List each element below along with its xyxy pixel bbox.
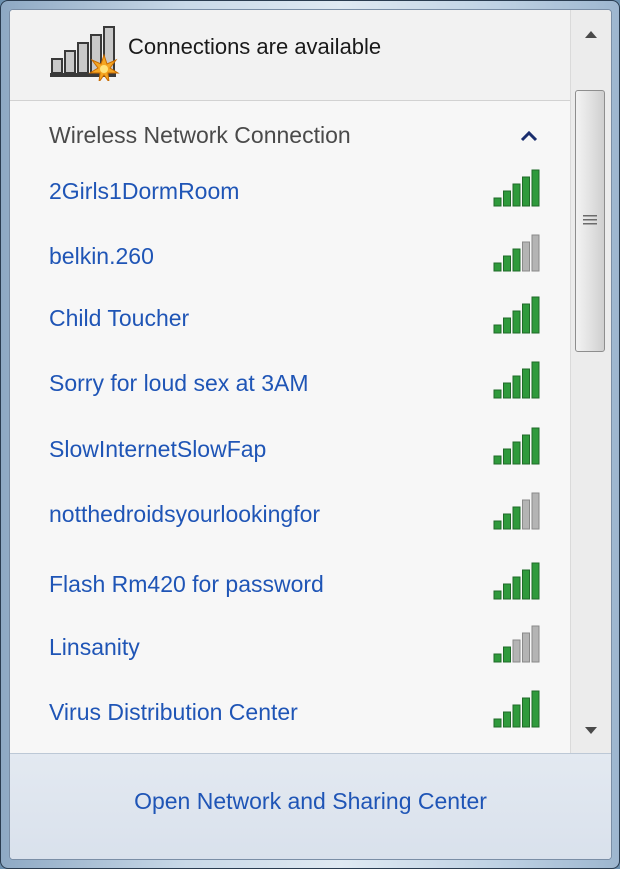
network-flyout-window: Connections are available Wireless Netwo…	[0, 0, 620, 869]
signal-bar	[531, 625, 540, 663]
signal-bar	[503, 583, 511, 600]
signal-bar	[522, 176, 530, 207]
signal-bar	[522, 632, 530, 663]
network-name: notthedroidsyourlookingfor	[49, 501, 321, 527]
network-name: 2Girls1DormRoom	[49, 178, 240, 204]
connection-status-text: Connections are available	[128, 34, 382, 59]
signal-bar	[512, 183, 521, 207]
network-name: Sorry for loud sex at 3AM	[49, 370, 309, 396]
signal-bar	[493, 324, 502, 334]
network-item[interactable]: Linsanity	[10, 616, 570, 676]
scroll-up-arrow-icon[interactable]	[573, 16, 609, 52]
signal-bar	[512, 576, 521, 600]
chevron-up-icon[interactable]	[518, 128, 540, 144]
signal-bar	[512, 248, 521, 272]
signal-bar	[512, 639, 521, 663]
network-item[interactable]: 2Girls1DormRoom	[10, 160, 570, 220]
network-item[interactable]: Child Toucher	[10, 287, 570, 347]
scrollbar-thumb[interactable]	[575, 90, 605, 352]
network-item[interactable]: Sorry for loud sex at 3AM	[10, 352, 570, 412]
signal-bar	[503, 646, 511, 663]
signal-bar	[493, 590, 502, 600]
signal-bar	[512, 310, 521, 334]
wifi-signal-icon	[493, 169, 540, 207]
wifi-signal-icon	[493, 690, 540, 728]
network-item[interactable]: belkin.260	[10, 225, 570, 285]
footer-bar: Open Network and Sharing Center	[10, 753, 611, 859]
signal-bar	[522, 368, 530, 399]
network-list-area: Connections are available Wireless Netwo…	[10, 10, 570, 753]
wifi-signal-icon	[493, 625, 540, 663]
signal-bar	[503, 513, 511, 530]
wifi-signal-icon	[493, 562, 540, 600]
signal-bar	[522, 303, 530, 334]
signal-bar	[522, 697, 530, 728]
signal-bar	[493, 520, 502, 530]
signal-bar	[531, 296, 540, 334]
wifi-signal-icon	[493, 296, 540, 334]
signal-bar	[522, 569, 530, 600]
signal-bar	[503, 190, 511, 207]
signal-bar	[503, 382, 511, 399]
network-item[interactable]: Virus Distribution Center	[10, 681, 570, 741]
signal-bar	[503, 711, 511, 728]
signal-bar	[531, 492, 540, 530]
wifi-signal-icon	[493, 427, 540, 465]
signal-bar	[493, 455, 502, 465]
network-item[interactable]: Flash Rm420 for password	[10, 553, 570, 613]
wifi-signal-icon	[493, 234, 540, 272]
signal-bar	[531, 427, 540, 465]
signal-bar	[512, 375, 521, 399]
section-title: Wireless Network Connection	[49, 122, 351, 148]
network-name: Linsanity	[49, 634, 140, 660]
signal-bar	[503, 448, 511, 465]
wifi-signal-icon	[493, 492, 540, 530]
network-name: SlowInternetSlowFap	[49, 436, 267, 462]
signal-bar	[493, 197, 502, 207]
signal-bar	[503, 317, 511, 334]
scrollbar[interactable]	[570, 10, 611, 753]
status-header: Connections are available	[10, 10, 570, 101]
grip-icon	[583, 215, 597, 225]
wireless-section-header[interactable]: Wireless Network Connection	[10, 100, 570, 160]
signal-bar	[493, 262, 502, 272]
network-item[interactable]: SlowInternetSlowFap	[10, 418, 570, 478]
network-flyout-panel: Connections are available Wireless Netwo…	[9, 9, 612, 860]
network-name: Child Toucher	[49, 305, 190, 331]
network-name: Virus Distribution Center	[49, 699, 298, 725]
signal-bar	[522, 499, 530, 530]
network-name: belkin.260	[49, 243, 154, 269]
signal-bar	[512, 441, 521, 465]
signal-bar	[503, 255, 511, 272]
scroll-down-arrow-icon[interactable]	[573, 713, 609, 749]
signal-bar	[522, 241, 530, 272]
signal-bar	[493, 718, 502, 728]
signal-bar	[493, 653, 502, 663]
network-name: Flash Rm420 for password	[49, 571, 324, 597]
signal-bar	[531, 690, 540, 728]
network-available-icon	[50, 26, 120, 81]
signal-bar	[522, 434, 530, 465]
network-item[interactable]: notthedroidsyourlookingfor	[10, 483, 570, 543]
signal-bar	[512, 506, 521, 530]
open-network-sharing-center-link[interactable]: Open Network and Sharing Center	[10, 788, 611, 815]
signal-bar	[512, 704, 521, 728]
signal-bar	[531, 169, 540, 207]
wifi-signal-icon	[493, 361, 540, 399]
signal-bar	[531, 234, 540, 272]
signal-bar	[531, 562, 540, 600]
signal-bar	[493, 389, 502, 399]
signal-bar	[531, 361, 540, 399]
